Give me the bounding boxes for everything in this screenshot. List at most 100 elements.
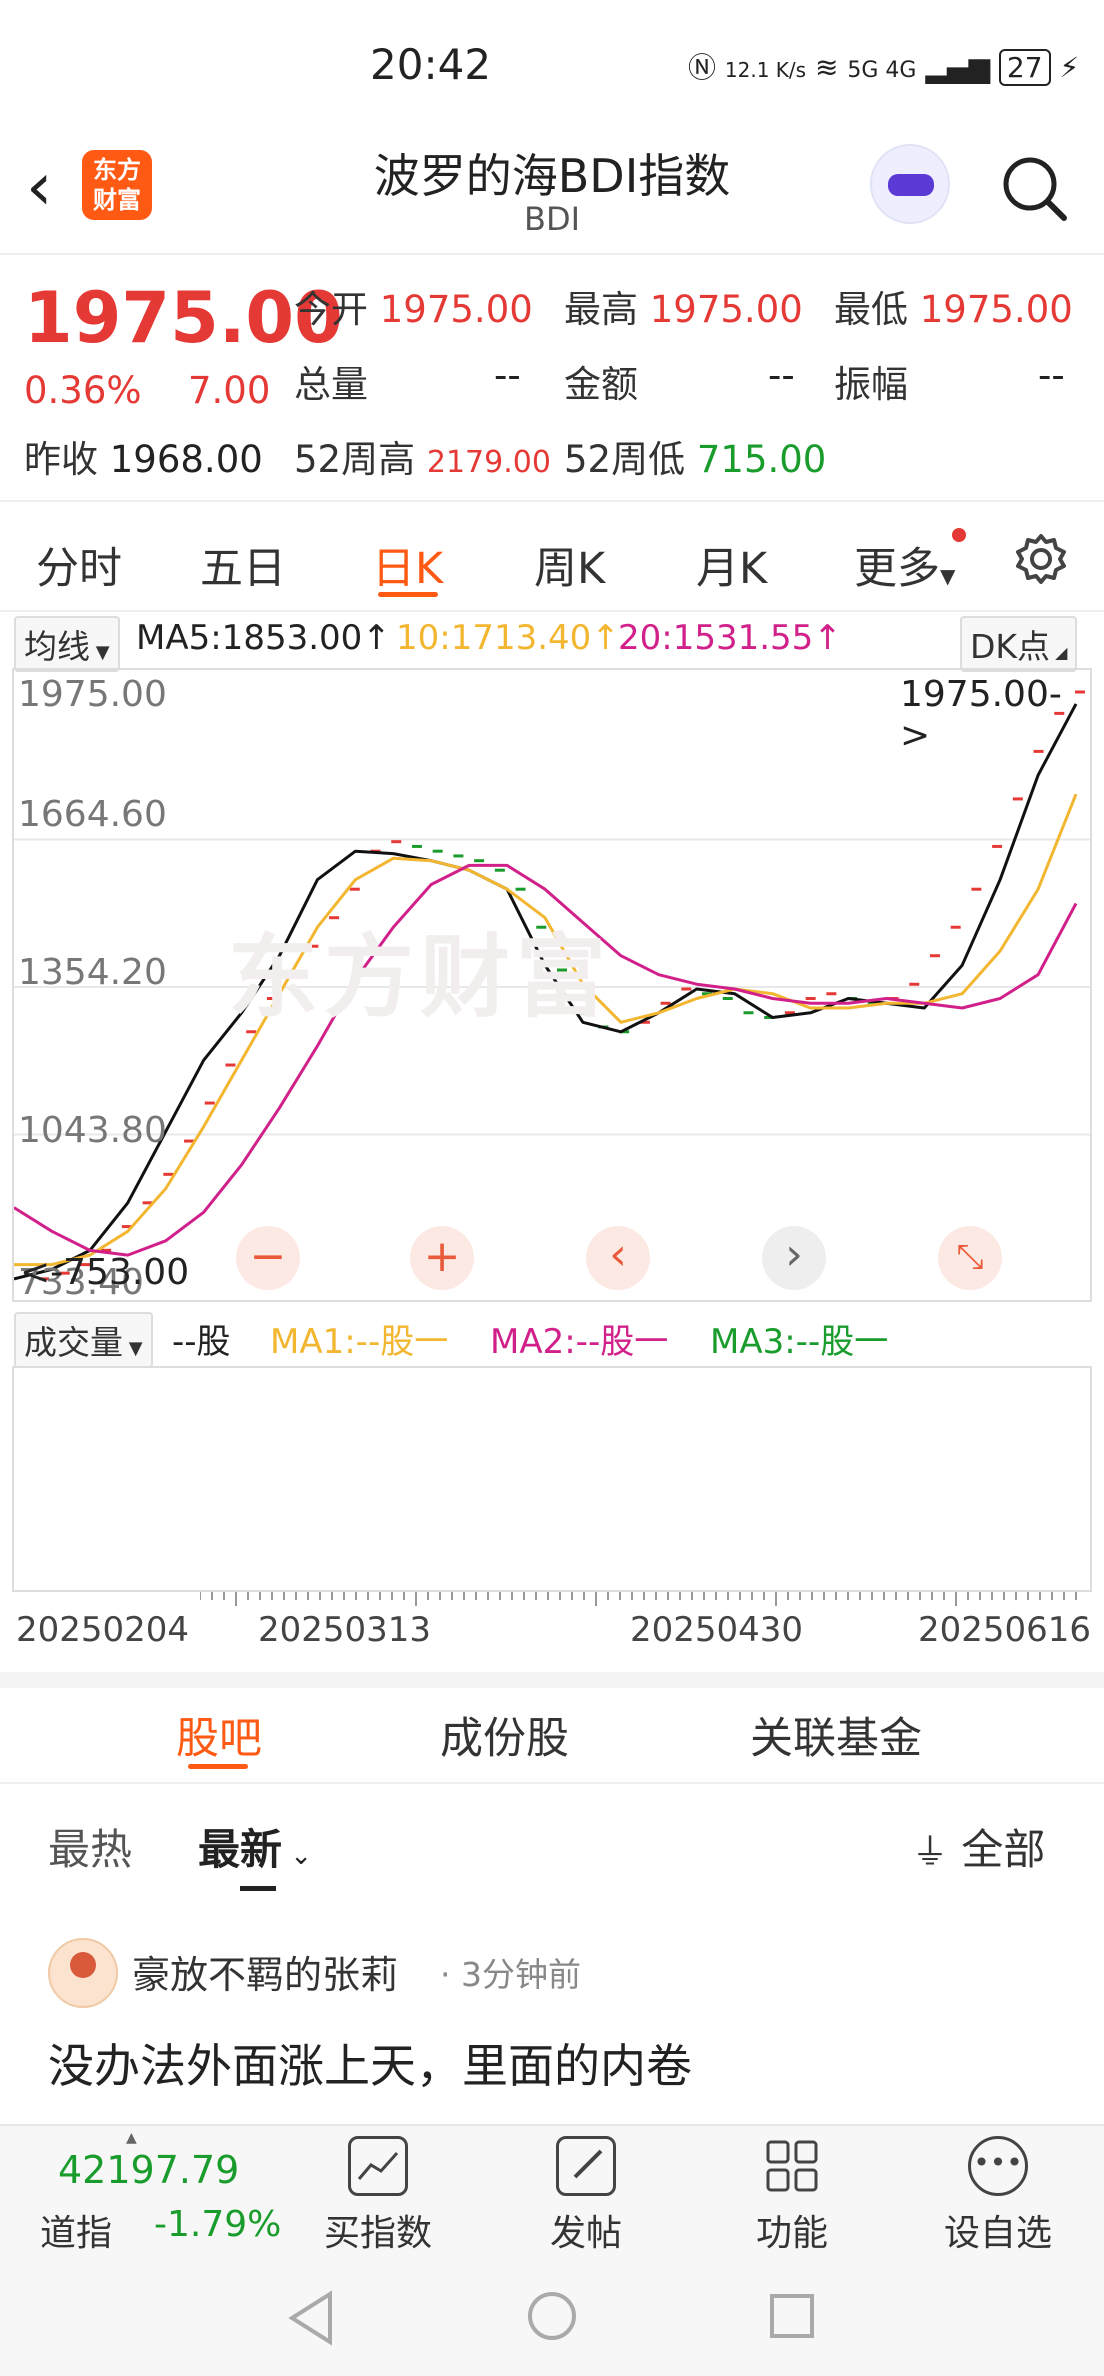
post-item[interactable]: 豪放不羁的张莉 · 3分钟前 没办法外面涨上天，里面的内卷: [0, 1894, 1104, 2124]
volume-value: --股: [172, 1322, 231, 1362]
avatar[interactable]: [48, 1938, 118, 2008]
volume-label: 总量: [294, 363, 368, 406]
dk-point-label: DK点: [970, 627, 1051, 666]
community-tabs: 股吧 成份股 关联基金: [0, 1688, 1104, 1784]
ma-selector-label: 均线: [24, 627, 90, 666]
buy-index-button[interactable]: 买指数: [308, 2136, 448, 2256]
open-label: 今开: [294, 288, 368, 331]
low-label: 最低: [834, 288, 908, 331]
volume-indicator-bar: 成交量 ▼ --股 MA1:--股一 MA2:--股一 MA3:--股一: [0, 1310, 1104, 1368]
low52-label: 52周低: [564, 438, 686, 481]
functions-label: 功能: [755, 2213, 828, 2254]
ma10-value: 10:1713.40↑: [396, 618, 620, 658]
watermark: 东方财富: [228, 925, 612, 1030]
y-tick-1: 1664.60: [18, 794, 167, 835]
search-icon[interactable]: [998, 152, 1070, 224]
amplitude-label: 振幅: [834, 363, 908, 406]
high-value: 1975.00: [649, 288, 803, 331]
prev-close-label: 昨收: [24, 438, 98, 481]
corner-caret-icon: ◢: [1050, 643, 1068, 662]
date-tick-1: 20250313: [258, 1610, 432, 1650]
edit-icon: [556, 2136, 616, 2196]
battery-icon: 27: [998, 49, 1051, 86]
change-pct: 0.36%: [24, 369, 142, 412]
low-annotation: <-753.00: [20, 1252, 190, 1293]
gear-icon[interactable]: [1014, 532, 1068, 586]
section-divider: [0, 1672, 1104, 1688]
zoom-in-button[interactable]: +: [410, 1226, 474, 1290]
status-bar: 20:42 Ⓝ 12.1 K/s ≋ 5G 4G ▂▄▆ 27 ⚡: [0, 0, 1104, 130]
fullscreen-icon[interactable]: ⤡: [938, 1226, 1002, 1290]
y-tick-0: 1975.00: [18, 674, 167, 715]
caret-down-icon: ▼: [940, 564, 956, 588]
ma-selector[interactable]: 均线 ▼: [14, 616, 120, 672]
low-value: 1975.00: [919, 288, 1073, 331]
vol-ma2: MA2:--股一: [490, 1322, 669, 1362]
active-filter-indicator: [240, 1886, 276, 1891]
high52-value: 2179.00: [426, 445, 551, 480]
nav-home-icon[interactable]: [526, 2290, 578, 2342]
amount-value: --: [768, 354, 795, 397]
more-dots-icon: •••: [968, 2136, 1028, 2196]
high-label: 最高: [564, 288, 638, 331]
wifi-icon: ≋: [815, 51, 839, 84]
filter-hot[interactable]: 最热: [48, 1816, 132, 1877]
status-icons: Ⓝ 12.1 K/s ≋ 5G 4G ▂▄▆ 27 ⚡: [688, 46, 1079, 86]
post-label: 发帖: [549, 2213, 622, 2254]
quote-panel: 1975.00 0.36% 7.00 昨收 1968.00 今开 1975.00…: [0, 257, 1104, 502]
tab-five-day[interactable]: 五日: [200, 534, 286, 596]
y-tick-2: 1354.20: [18, 952, 167, 993]
tab-more[interactable]: 更多▼: [854, 534, 955, 596]
tab-intraday[interactable]: 分时: [36, 534, 122, 596]
post-time: · 3分钟前: [440, 1955, 581, 1994]
kline-tabs: 分时 五日 日K 周K 月K 更多▼: [0, 504, 1104, 612]
filter-all-label: 全部: [961, 1825, 1046, 1874]
y-tick-3: 1043.80: [18, 1110, 167, 1151]
high52-label: 52周高: [294, 438, 416, 481]
active-subtab-indicator: [188, 1764, 248, 1769]
expand-up-icon[interactable]: ▲: [126, 2130, 137, 2146]
post-button[interactable]: 发帖: [516, 2136, 656, 2256]
volume-chart[interactable]: [12, 1366, 1092, 1592]
date-tick-0: 20250204: [16, 1610, 190, 1650]
add-watchlist-button[interactable]: ••• 设自选: [928, 2136, 1068, 2256]
post-text[interactable]: 没办法外面涨上天，里面的内卷: [48, 2030, 692, 2096]
kline-chart[interactable]: 东方财富 1975.00 1664.60 1354.20 1043.80 733…: [12, 668, 1092, 1303]
nav-recents-icon[interactable]: [768, 2292, 816, 2340]
ma-indicator-bar: 均线 ▼ MA5:1853.00↑ 10:1713.40↑ 20:1531.55…: [0, 612, 1104, 672]
filter-funnel-icon: ⏚: [912, 1832, 949, 1873]
tab-related-funds[interactable]: 关联基金: [750, 1704, 922, 1766]
signal-labels: 5G 4G: [847, 58, 917, 83]
assistant-robot-icon[interactable]: [870, 144, 950, 224]
tab-monthly-k[interactable]: 月K: [696, 534, 767, 596]
amplitude-value: --: [1038, 354, 1065, 397]
app-header: ‹ 东方 财富 波罗的海BDI指数 BDI: [0, 130, 1104, 255]
nav-back-icon[interactable]: [286, 2290, 336, 2346]
tab-guba[interactable]: 股吧: [176, 1704, 262, 1766]
active-tab-indicator: [378, 592, 438, 597]
notification-dot: [952, 528, 966, 542]
nfc-icon: Ⓝ: [688, 51, 717, 84]
bottom-action-bar: ▲ 42197.79 道指 -1.79% 买指数 发帖 功能 ••• 设自选: [0, 2124, 1104, 2260]
dow-index-value[interactable]: 42197.79: [58, 2148, 239, 2192]
volume-selector[interactable]: 成交量 ▼: [14, 1312, 153, 1368]
filter-all[interactable]: ⏚ 全部: [912, 1816, 1045, 1877]
filter-new-label: 最新: [198, 1825, 283, 1874]
tab-weekly-k[interactable]: 周K: [534, 534, 605, 596]
prev-close-value: 1968.00: [109, 438, 263, 481]
tab-more-label: 更多: [854, 544, 940, 594]
charging-icon: ⚡: [1059, 51, 1080, 84]
functions-button[interactable]: 功能: [722, 2136, 862, 2256]
scroll-right-button[interactable]: ›: [762, 1226, 826, 1290]
add-watchlist-label: 设自选: [943, 2213, 1052, 2254]
scroll-left-button[interactable]: ‹: [586, 1226, 650, 1290]
dk-point-selector[interactable]: DK点 ◢: [960, 616, 1078, 672]
ma5-value: MA5:1853.00↑: [136, 618, 391, 658]
tab-daily-k[interactable]: 日K: [372, 534, 443, 596]
post-username[interactable]: 豪放不羁的张莉: [132, 1944, 398, 1999]
filter-new[interactable]: 最新 ⌄: [198, 1816, 312, 1877]
buy-index-label: 买指数: [323, 2213, 432, 2254]
tab-constituents[interactable]: 成份股: [440, 1704, 569, 1766]
zoom-out-button[interactable]: −: [236, 1226, 300, 1290]
dow-index-change: -1.79%: [154, 2204, 282, 2245]
